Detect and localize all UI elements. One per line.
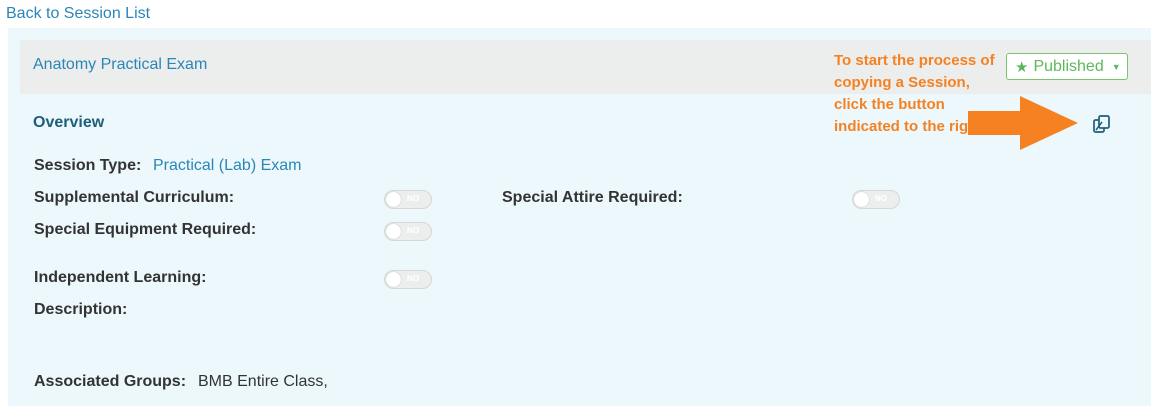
session-title[interactable]: Anatomy Practical Exam [33, 56, 207, 74]
toggle-text: NO [875, 194, 887, 203]
toggle-knob [386, 224, 401, 239]
toggle-text: NO [407, 194, 419, 203]
special-attire-label: Special Attire Required: [502, 189, 683, 206]
toggle-knob [386, 192, 401, 207]
caret-down-icon: ▼ [1111, 61, 1121, 72]
published-status-button[interactable]: ★ Published ▼ [1006, 53, 1128, 80]
associated-groups-label: Associated Groups: [34, 373, 187, 390]
overview-title: Overview [33, 114, 105, 131]
supplemental-curriculum-toggle[interactable]: NO [384, 190, 432, 209]
independent-learning-label: Independent Learning: [34, 269, 207, 286]
toggle-text: NO [407, 226, 419, 235]
independent-learning-toggle[interactable]: NO [384, 270, 432, 289]
session-type-label: Session Type: [34, 157, 142, 174]
arrow-right-icon [968, 96, 1078, 150]
copy-icon[interactable] [1092, 114, 1112, 134]
associated-groups-value: BMB Entire Class, [198, 373, 328, 390]
special-equipment-label: Special Equipment Required: [34, 221, 257, 238]
toggle-knob [854, 192, 869, 207]
special-attire-toggle[interactable]: NO [852, 190, 900, 209]
toggle-text: NO [407, 274, 419, 283]
toggle-knob [386, 272, 401, 287]
published-label: Published [1033, 57, 1104, 75]
session-type-value[interactable]: Practical (Lab) Exam [153, 157, 302, 175]
description-label: Description: [34, 301, 128, 318]
back-to-session-list-link[interactable]: Back to Session List [6, 5, 150, 23]
supplemental-curriculum-label: Supplemental Curriculum: [34, 189, 235, 206]
star-icon: ★ [1015, 58, 1029, 76]
special-equipment-toggle[interactable]: NO [384, 222, 432, 241]
